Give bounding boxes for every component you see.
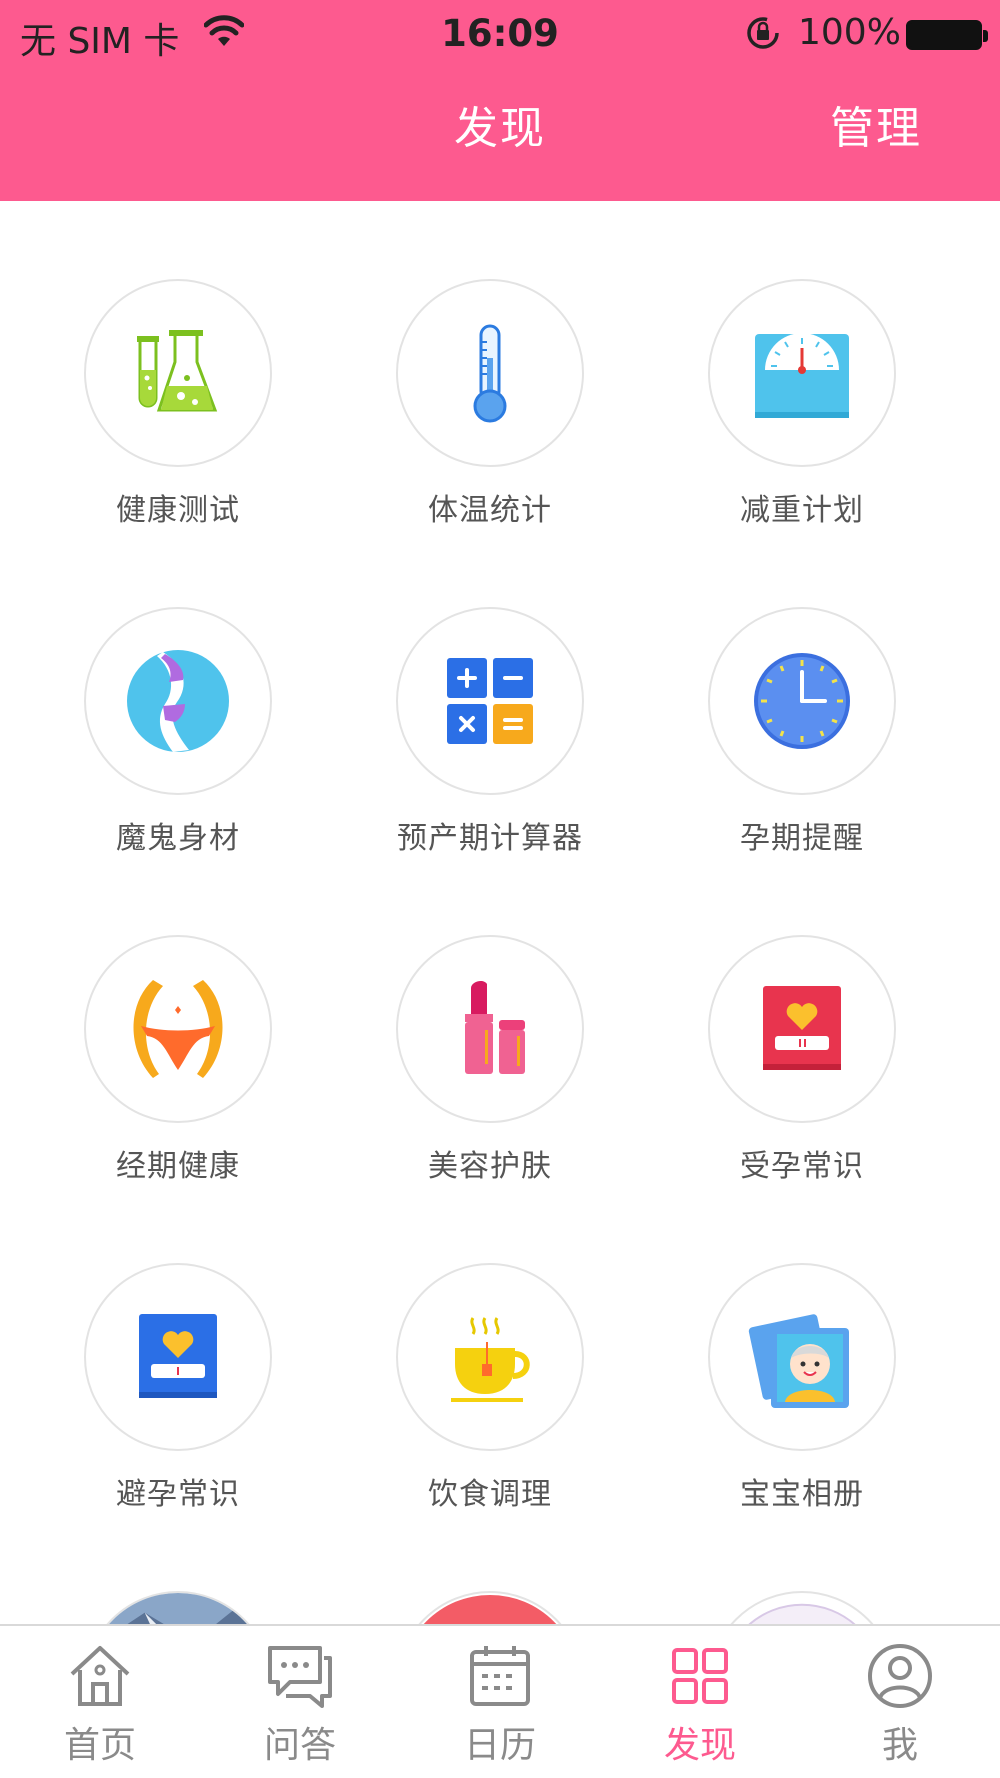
- grid-item-icon-circle: [84, 607, 272, 795]
- grid-item-icon-circle: [84, 1263, 272, 1451]
- chat-icon: [268, 1646, 332, 1708]
- grid-item-contraception-knowledge[interactable]: 避孕常识: [22, 1185, 334, 1513]
- tab-label: 我: [881, 1725, 918, 1766]
- calculator-icon: [447, 658, 533, 744]
- tea-cup-icon: [451, 1317, 530, 1402]
- red-book-heart-icon: [763, 986, 841, 1070]
- lab-flask-icon: [137, 330, 218, 412]
- grid-item-icon-circle: [396, 1591, 584, 1625]
- grid-item-label: 受孕常识: [740, 1149, 864, 1184]
- landscape-photo-icon: [86, 1593, 270, 1625]
- grid-item-label: 宝宝相册: [740, 1477, 864, 1512]
- scale-icon: [755, 333, 849, 418]
- lipstick-icon: [465, 981, 525, 1074]
- thermometer-icon: [473, 324, 507, 423]
- grid-item-label: 魔鬼身材: [116, 821, 240, 856]
- grid-item-due-date-calculator[interactable]: 预产期计算器: [334, 529, 646, 857]
- grid-item-label: 孕期提醒: [740, 821, 864, 856]
- battery-percent: 100%: [798, 12, 901, 53]
- battery-icon: [906, 20, 988, 50]
- header: 无 SIM 卡 16:09 100% 发现 管理: [0, 0, 1000, 201]
- tab-label: 发现: [663, 1725, 736, 1766]
- tab-label: 日历: [463, 1725, 536, 1766]
- grid-item-label: 美容护肤: [428, 1149, 552, 1184]
- grid-item-body-temperature[interactable]: 体温统计: [334, 201, 646, 529]
- status-bar: 无 SIM 卡 16:09 100%: [0, 0, 1000, 70]
- blue-book-heart-icon: [139, 1314, 217, 1398]
- grid-item-beauty-skincare[interactable]: 美容护肤: [334, 857, 646, 1185]
- grid-item-icon-circle: [708, 279, 896, 467]
- red-circle-icon: [422, 1594, 558, 1625]
- discover-grid: 健康测试 体温统计 减重计划 魔鬼身材 预产期计算器 孕期提醒 经期健康 美容护…: [0, 201, 1000, 1625]
- grid-item-icon-circle: [396, 607, 584, 795]
- tab-discover[interactable]: 发现: [600, 1626, 800, 1778]
- grid-item-icon-circle: [708, 935, 896, 1123]
- grid-item-conception-knowledge[interactable]: 受孕常识: [646, 857, 958, 1185]
- user-icon: [868, 1644, 932, 1708]
- grid-item-icon-circle: [84, 935, 272, 1123]
- grid-item-icon-circle: [708, 1591, 896, 1625]
- grid-item-icon-circle: [708, 1263, 896, 1451]
- calendar-icon: [470, 1646, 530, 1706]
- clock-icon: [754, 653, 850, 749]
- home-icon: [70, 1646, 130, 1706]
- rotation-lock-icon: [747, 17, 779, 49]
- tab-label: 首页: [63, 1725, 136, 1766]
- manage-button[interactable]: 管理: [830, 92, 922, 156]
- grid-item-icon-circle: [396, 1263, 584, 1451]
- grid-item-health-test[interactable]: 健康测试: [22, 201, 334, 529]
- tab-label: 问答: [263, 1725, 336, 1766]
- grid-item-label: 避孕常识: [116, 1477, 240, 1512]
- tab-qa[interactable]: 问答: [200, 1626, 400, 1778]
- grid-item-weight-loss[interactable]: 减重计划: [646, 201, 958, 529]
- grid-item-label: 经期健康: [116, 1149, 240, 1184]
- tab-me[interactable]: 我: [800, 1626, 1000, 1778]
- grid-item-period-health[interactable]: 经期健康: [22, 857, 334, 1185]
- grid-item-body-shape[interactable]: 魔鬼身材: [22, 529, 334, 857]
- grid-item-partial-2[interactable]: [334, 1513, 646, 1625]
- grid-item-icon-circle: [84, 1591, 272, 1625]
- baby-photo-icon: [748, 1314, 849, 1408]
- grid-item-label: 预产期计算器: [397, 821, 583, 856]
- grid-item-pregnancy-reminder[interactable]: 孕期提醒: [646, 529, 958, 857]
- grid-item-baby-album[interactable]: 宝宝相册: [646, 1185, 958, 1513]
- grid-item-label: 体温统计: [428, 493, 552, 528]
- calendar-chart-icon: [747, 1603, 857, 1625]
- grid-item-icon-circle: [396, 279, 584, 467]
- grid-item-icon-circle: [396, 935, 584, 1123]
- tab-calendar[interactable]: 日历: [400, 1626, 600, 1778]
- grid-item-icon-circle: [84, 279, 272, 467]
- grid-item-label: 健康测试: [116, 493, 240, 528]
- body-figure-icon: [127, 650, 229, 752]
- grid-icon: [672, 1648, 728, 1704]
- grid-item-label: 减重计划: [740, 493, 864, 528]
- grid-item-icon-circle: [708, 607, 896, 795]
- bottom-tab-bar: 首页 问答 日历 发现 我: [0, 1624, 1000, 1778]
- grid-item-diet[interactable]: 饮食调理: [334, 1185, 646, 1513]
- waist-icon: [133, 980, 223, 1078]
- tab-home[interactable]: 首页: [0, 1626, 200, 1778]
- grid-item-partial-3[interactable]: [646, 1513, 958, 1625]
- grid-item-label: 饮食调理: [428, 1477, 552, 1512]
- grid-item-partial-1[interactable]: [22, 1513, 334, 1625]
